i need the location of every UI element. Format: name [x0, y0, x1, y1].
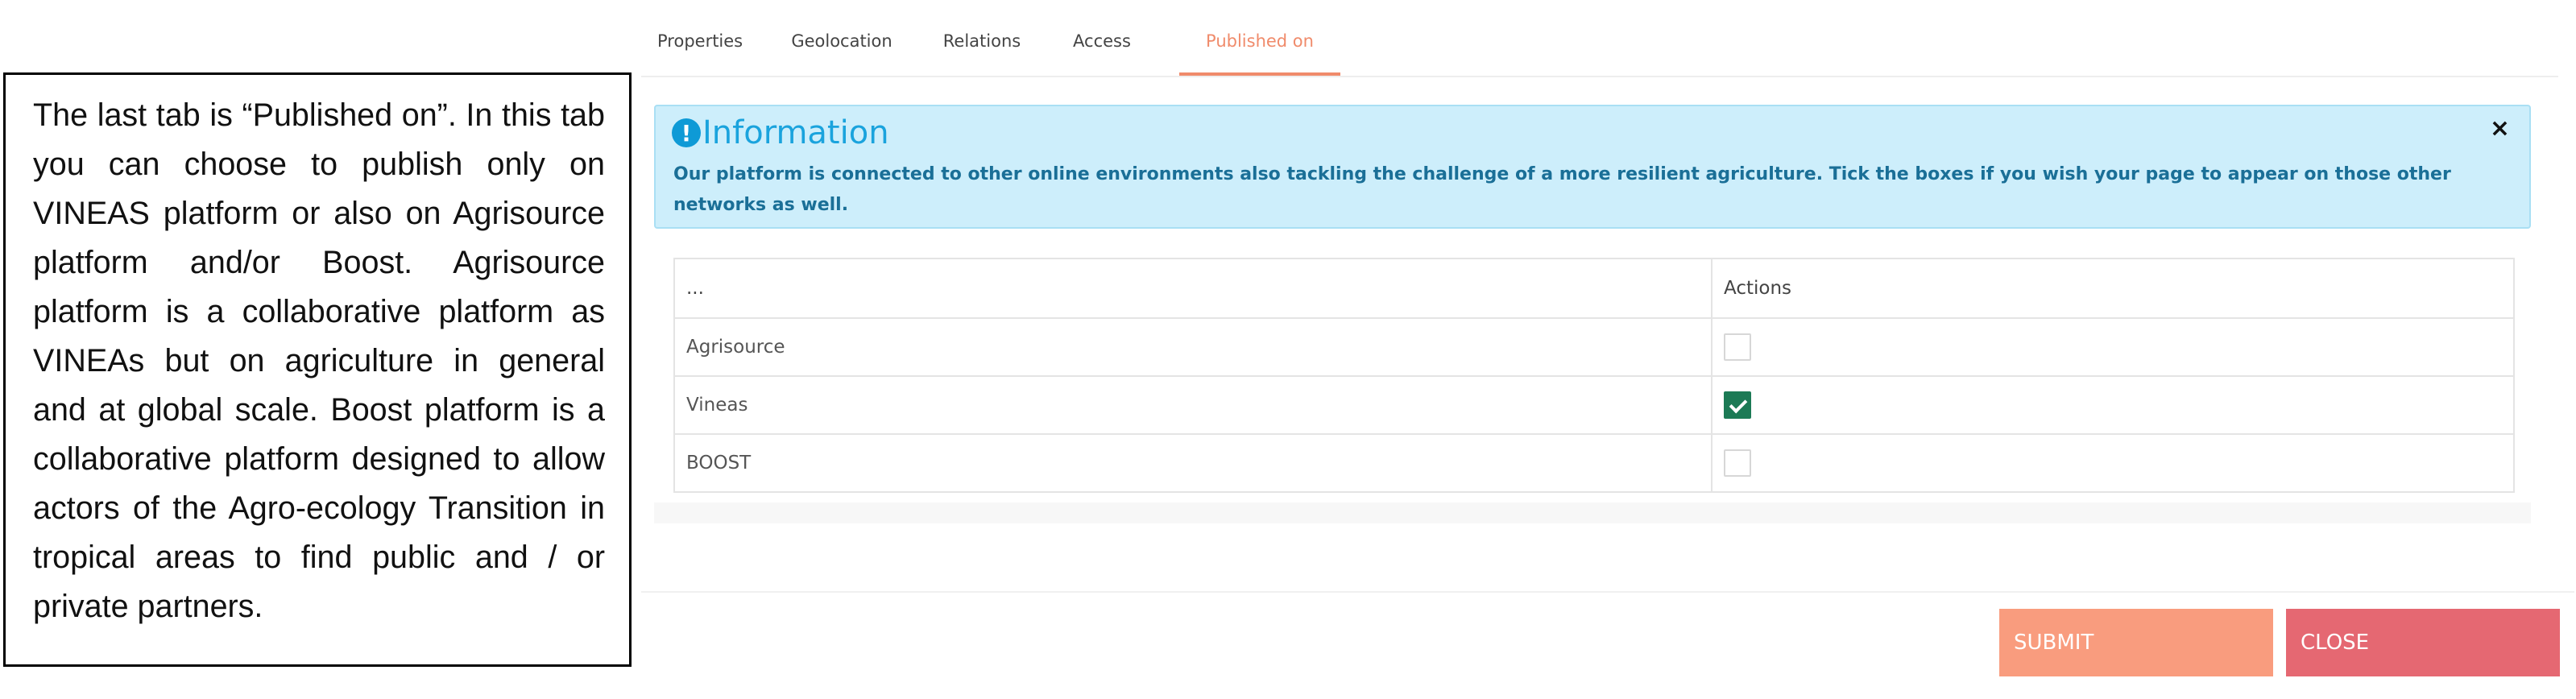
- actions-cell: [1711, 433, 2515, 493]
- footer-divider: [641, 591, 2574, 593]
- explanation-callout: The last tab is “Published on”. In this …: [3, 72, 632, 667]
- platform-name: BOOST: [673, 433, 1713, 493]
- table-footer-bar: [654, 503, 2531, 523]
- tab-access[interactable]: Access: [1071, 0, 1133, 76]
- vineas-checkbox[interactable]: [1724, 391, 1751, 419]
- platforms-table: ... Actions Agrisource Vineas BOOST: [673, 258, 2515, 493]
- close-icon[interactable]: ×: [2490, 114, 2510, 143]
- actions-cell: [1711, 375, 2515, 435]
- submit-button[interactable]: SUBMIT: [1999, 609, 2273, 676]
- platform-name: Agrisource: [673, 317, 1713, 377]
- table-header-row: ... Actions: [673, 258, 2515, 319]
- platform-name: Vineas: [673, 375, 1713, 435]
- agrisource-checkbox[interactable]: [1724, 333, 1751, 361]
- alert-title: Information: [702, 114, 889, 151]
- boost-checkbox[interactable]: [1724, 449, 1751, 477]
- table-row: BOOST: [673, 433, 2515, 493]
- tab-properties[interactable]: Properties: [657, 0, 743, 76]
- table-row: Vineas: [673, 375, 2515, 435]
- tab-bar: Properties Geolocation Relations Access …: [641, 0, 2558, 77]
- actions-cell: [1711, 317, 2515, 377]
- column-header-actions: Actions: [1711, 258, 2515, 319]
- tab-relations[interactable]: Relations: [942, 0, 1021, 76]
- exclamation-icon: !: [672, 118, 701, 147]
- column-header-name: ...: [673, 258, 1713, 319]
- information-alert: ! Information × Our platform is connecte…: [654, 105, 2531, 229]
- tab-published-on[interactable]: Published on: [1179, 0, 1340, 76]
- alert-message: Our platform is connected to other onlin…: [673, 164, 2451, 215]
- tab-geolocation[interactable]: Geolocation: [789, 0, 894, 76]
- close-button[interactable]: CLOSE: [2286, 609, 2560, 676]
- callout-text: The last tab is “Published on”. In this …: [33, 97, 605, 624]
- table-row: Agrisource: [673, 317, 2515, 377]
